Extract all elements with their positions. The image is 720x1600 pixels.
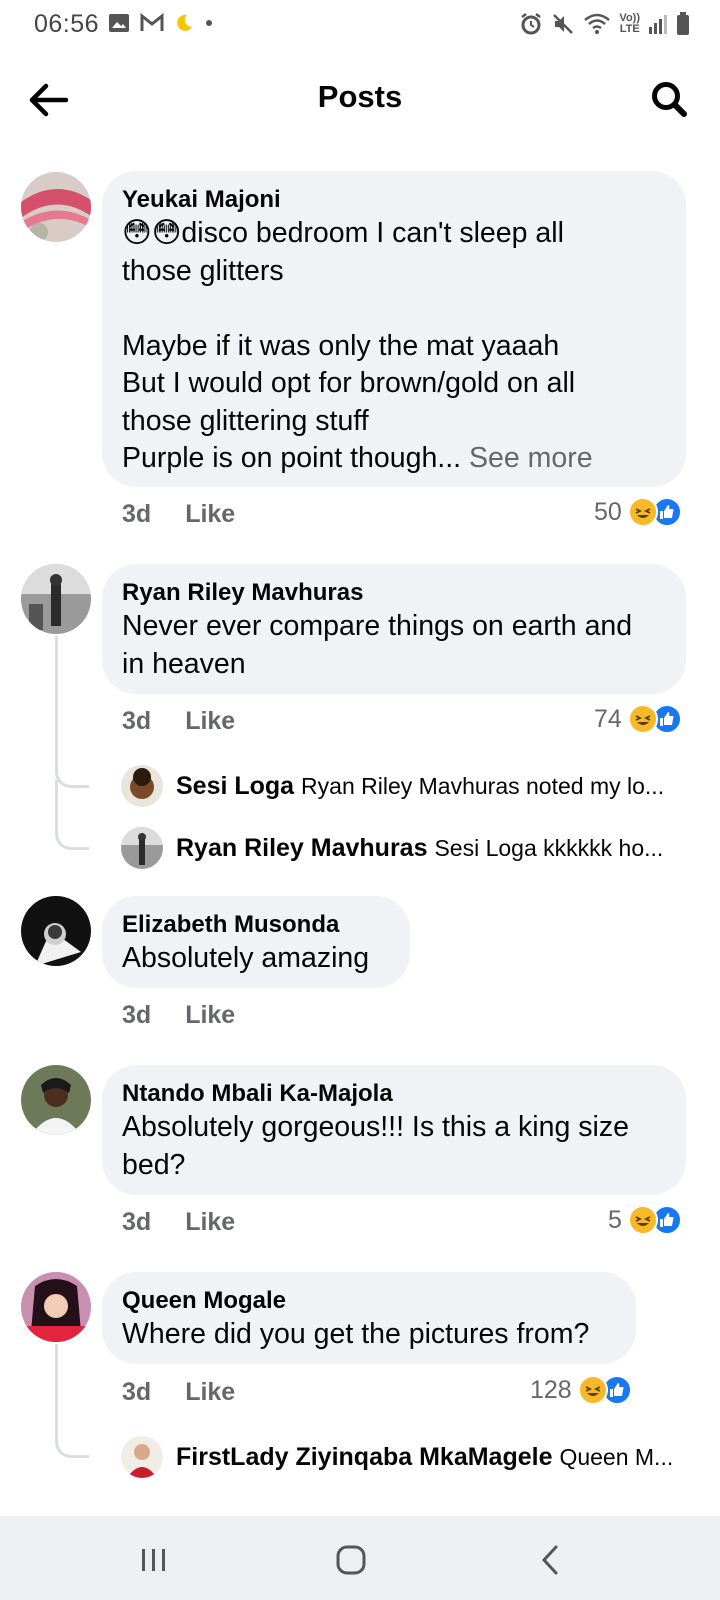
battery-icon bbox=[677, 12, 689, 35]
reaction-count: 5 bbox=[608, 1205, 622, 1234]
reply-text: Sesi Loga kkkkkk ho... bbox=[434, 835, 664, 861]
reply-thread-line bbox=[55, 636, 89, 788]
like-button[interactable]: Like bbox=[185, 1001, 235, 1030]
recent-apps-icon bbox=[142, 1549, 165, 1571]
comment-author[interactable]: Ryan Riley Mavhuras bbox=[122, 578, 666, 608]
mute-icon bbox=[553, 14, 574, 34]
reply-text: Ryan Riley Mavhuras noted my lo... bbox=[301, 773, 665, 799]
like-button[interactable]: Like bbox=[185, 1208, 235, 1237]
system-navigation-bar bbox=[0, 1516, 720, 1600]
dot-icon bbox=[206, 20, 212, 26]
reply-text: Queen M... bbox=[559, 1444, 674, 1470]
reaction-count: 50 bbox=[594, 497, 622, 526]
comment-text: 😳😳disco bedroom I can't sleep all those … bbox=[122, 217, 576, 474]
signal-icon bbox=[649, 15, 667, 34]
reaction-summary[interactable]: 128 bbox=[530, 1375, 632, 1405]
avatar[interactable] bbox=[21, 1065, 91, 1135]
reaction-summary[interactable]: 74 bbox=[594, 704, 682, 734]
haha-reaction-icon bbox=[627, 1205, 658, 1235]
reply-thread-line bbox=[55, 1344, 89, 1458]
comment-bubble[interactable]: Ryan Riley Mavhuras Never ever compare t… bbox=[102, 564, 686, 694]
like-button[interactable]: Like bbox=[185, 500, 235, 529]
comment-author[interactable]: Queen Mogale bbox=[122, 1286, 616, 1316]
see-more-link[interactable]: See more bbox=[469, 442, 593, 474]
night-mode-icon bbox=[177, 14, 192, 31]
reply-preview[interactable]: FirstLady Ziyinqaba MkaMagele Queen M... bbox=[176, 1443, 681, 1472]
reply-avatar[interactable] bbox=[121, 827, 163, 869]
reply-author[interactable]: Sesi Loga bbox=[176, 772, 294, 800]
gmail-icon bbox=[140, 13, 164, 31]
comment-timestamp[interactable]: 3d bbox=[122, 1208, 151, 1237]
comment-timestamp[interactable]: 3d bbox=[122, 707, 151, 736]
reply-avatar[interactable] bbox=[121, 765, 163, 807]
comment-timestamp[interactable]: 3d bbox=[122, 1001, 151, 1030]
home-button[interactable] bbox=[331, 1540, 371, 1580]
comment-author[interactable]: Ntando Mbali Ka-Majola bbox=[122, 1079, 666, 1109]
comment-bubble[interactable]: Elizabeth Musonda Absolutely amazing bbox=[102, 896, 410, 988]
alarm-icon bbox=[521, 13, 542, 35]
reply-avatar[interactable] bbox=[121, 1436, 163, 1478]
haha-reaction-icon bbox=[627, 704, 658, 734]
recent-apps-button[interactable] bbox=[134, 1540, 174, 1580]
reply-author[interactable]: FirstLady Ziyinqaba MkaMagele bbox=[176, 1443, 553, 1471]
comment-actions: 3d Like bbox=[122, 1001, 235, 1030]
home-icon bbox=[336, 1545, 366, 1575]
like-button[interactable]: Like bbox=[185, 1378, 235, 1407]
comment-text: Absolutely gorgeous!!! Is this a king si… bbox=[122, 1111, 629, 1181]
comment-author[interactable]: Yeukai Majoni bbox=[122, 185, 666, 215]
comment-text: Absolutely amazing bbox=[122, 942, 370, 974]
reply-preview[interactable]: Sesi Loga Ryan Riley Mavhuras noted my l… bbox=[176, 772, 681, 801]
like-button[interactable]: Like bbox=[185, 707, 235, 736]
avatar[interactable] bbox=[21, 172, 91, 242]
page-title: Posts bbox=[317, 79, 403, 114]
comment-timestamp[interactable]: 3d bbox=[122, 500, 151, 529]
app-header: Posts bbox=[0, 52, 720, 144]
comment-bubble[interactable]: Yeukai Majoni 😳😳disco bedroom I can't sl… bbox=[102, 171, 686, 487]
avatar[interactable] bbox=[21, 564, 91, 634]
comment-actions: 3d Like bbox=[122, 1208, 235, 1237]
wifi-icon bbox=[584, 13, 611, 34]
avatar[interactable] bbox=[21, 896, 91, 966]
haha-reaction-icon bbox=[577, 1375, 608, 1405]
comment-actions: 3d Like bbox=[122, 500, 235, 529]
comment-bubble[interactable]: Ntando Mbali Ka-Majola Absolutely gorgeo… bbox=[102, 1065, 686, 1195]
reaction-summary[interactable]: 50 bbox=[594, 497, 682, 527]
status-system-icons: Vo)) LTE bbox=[519, 12, 690, 36]
chevron-left-icon bbox=[541, 1545, 558, 1575]
reaction-summary[interactable]: 5 bbox=[608, 1205, 682, 1235]
reply-author[interactable]: Ryan Riley Mavhuras bbox=[176, 834, 428, 862]
comment-timestamp[interactable]: 3d bbox=[122, 1378, 151, 1407]
status-time: 06:56 bbox=[34, 10, 100, 38]
reply-preview[interactable]: Ryan Riley Mavhuras Sesi Loga kkkkkk ho.… bbox=[176, 834, 681, 863]
comment-actions: 3d Like bbox=[122, 707, 235, 736]
reply-thread-line bbox=[55, 780, 89, 850]
reaction-count: 128 bbox=[530, 1375, 572, 1404]
search-icon bbox=[652, 82, 687, 117]
haha-reaction-icon bbox=[627, 497, 658, 527]
comment-text: Never ever compare things on earth and i… bbox=[122, 610, 633, 680]
comment-author[interactable]: Elizabeth Musonda bbox=[122, 910, 390, 940]
status-bar: 06:56 Vo)) LTE bbox=[0, 0, 720, 52]
back-nav-button[interactable] bbox=[530, 1540, 570, 1580]
reaction-count: 74 bbox=[594, 704, 622, 733]
comment-text: Where did you get the pictures from? bbox=[122, 1318, 590, 1350]
volte-lte-indicator: Vo)) LTE bbox=[619, 12, 640, 35]
gallery-icon bbox=[109, 14, 129, 32]
comment-bubble[interactable]: Queen Mogale Where did you get the pictu… bbox=[102, 1272, 636, 1364]
avatar[interactable] bbox=[21, 1272, 91, 1342]
comment-actions: 3d Like bbox=[122, 1378, 235, 1407]
search-button[interactable] bbox=[644, 74, 694, 124]
status-notification-icons bbox=[108, 13, 214, 33]
